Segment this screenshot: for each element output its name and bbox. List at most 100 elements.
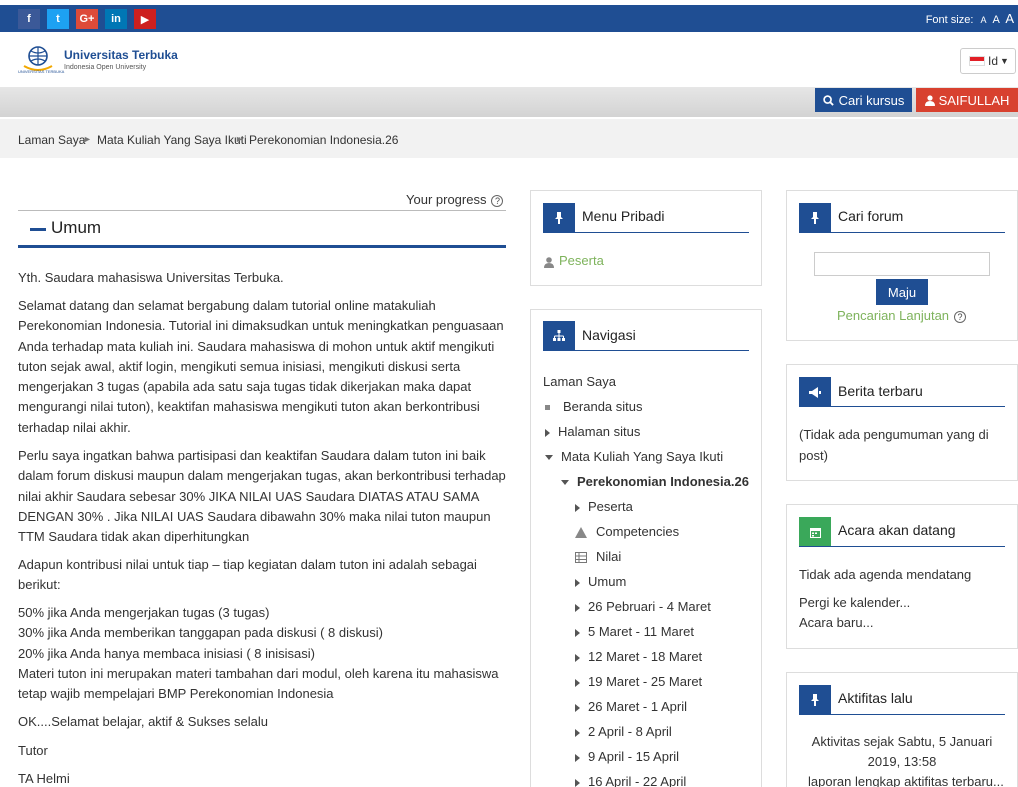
nav-item[interactable]: Peserta [575, 499, 633, 514]
section-paragraph: Perlu saya ingatkan bahwa partisipasi da… [18, 448, 506, 545]
block-title-underline [799, 406, 1005, 407]
calendar-link[interactable]: Pergi ke kalender... [799, 595, 910, 610]
nav-item[interactable]: 19 Maret - 25 Maret [575, 674, 702, 689]
font-size-small[interactable]: A [980, 15, 986, 25]
nav-item[interactable]: 26 Pebruari - 4 Maret [575, 599, 711, 614]
nav-item-label: 2 April - 8 April [588, 724, 672, 739]
user-icon [924, 94, 935, 106]
expanded-icon [561, 480, 569, 486]
nav-item[interactable]: Umum [575, 574, 626, 589]
section-paragraph: Tutor [18, 743, 48, 758]
nav-item[interactable]: 5 Maret - 11 Maret [575, 624, 694, 639]
progress-label: Your progress [406, 192, 487, 207]
section-paragraph: Yth. Saudara mahasiswa Universitas Terbu… [18, 270, 284, 285]
site-logo[interactable]: UNIVERSITAS TERBUKA Universitas Terbuka … [18, 42, 178, 78]
block-title: Berita terbaru [838, 383, 923, 399]
facebook-icon[interactable]: f [18, 9, 40, 29]
block-title: Navigasi [582, 327, 636, 343]
collapsed-icon [545, 428, 550, 437]
calendar-icon [799, 517, 831, 547]
collapsed-icon [575, 628, 580, 637]
forum-search-input[interactable] [814, 252, 990, 276]
expanded-icon [545, 455, 553, 461]
nav-item[interactable]: 26 Maret - 1 April [575, 699, 687, 714]
nav-laman-saya[interactable]: Laman Saya [543, 374, 616, 389]
search-icon [822, 94, 834, 106]
maju-button[interactable]: Maju [876, 279, 928, 305]
section-paragraph: Selamat datang dan selamat bergabung dal… [18, 298, 504, 435]
nav-item[interactable]: Halaman situs [545, 424, 640, 439]
sitemap-icon [543, 321, 575, 351]
youtube-icon[interactable]: ▶ [134, 9, 156, 29]
google-plus-icon[interactable]: G+ [76, 9, 98, 29]
peserta-label: Peserta [559, 253, 604, 268]
logo-title: Universitas Terbuka [64, 48, 178, 62]
nav-item-label: 9 April - 15 April [588, 749, 680, 764]
collapsed-icon [575, 703, 580, 712]
advanced-search-link[interactable]: Pencarian Lanjutan [837, 308, 949, 323]
nav-item[interactable]: 16 April - 22 April [575, 774, 686, 787]
breadcrumb-item-course[interactable]: Perekonomian Indonesia.26 [249, 133, 398, 147]
breadcrumb-item-mata-kuliah[interactable]: Mata Kuliah Yang Saya Ikuti [97, 133, 247, 147]
block-title-underline [543, 232, 749, 233]
twitter-icon[interactable]: t [47, 9, 69, 29]
block-title: Acara akan datang [838, 522, 956, 538]
advanced-search: Pencarian Lanjutan? [837, 308, 967, 323]
section-header[interactable]: Umum [18, 210, 506, 248]
section-paragraph: TA Helmi [18, 771, 70, 786]
pin-icon [799, 685, 831, 715]
font-size-large[interactable]: A [1005, 11, 1014, 26]
pin-icon [799, 203, 831, 233]
user-icon [544, 256, 554, 268]
block-title: Cari forum [838, 208, 904, 224]
nav-item-label: 16 April - 22 April [588, 774, 687, 787]
search-course-label: Cari kursus [838, 92, 905, 108]
nav-item[interactable]: 9 April - 15 April [575, 749, 679, 764]
collapsed-icon [575, 603, 580, 612]
competency-icon [575, 524, 596, 539]
nav-item-label: Mata Kuliah Yang Saya Ikuti [561, 449, 724, 464]
grades-icon [575, 549, 596, 564]
nav-item-label: Peserta [588, 499, 633, 514]
nav-item[interactable]: Mata Kuliah Yang Saya Ikuti [545, 449, 723, 464]
collapsed-icon [575, 653, 580, 662]
collapsed-icon [575, 578, 580, 587]
nav-item[interactable]: Nilai [575, 549, 621, 564]
nav-item-label: Beranda situs [563, 399, 643, 414]
nav-item-label: 19 Maret - 25 Maret [588, 674, 703, 689]
collapsed-icon [575, 728, 580, 737]
user-menu-button[interactable]: SAIFULLAH [916, 88, 1018, 112]
logo-mark-text: UNIVERSITAS TERBUKA [18, 69, 65, 74]
nav-item[interactable]: 2 April - 8 April [575, 724, 672, 739]
peserta-link[interactable]: Peserta [543, 253, 604, 268]
block-title-underline [799, 546, 1005, 547]
search-course-button[interactable]: Cari kursus [815, 88, 912, 112]
help-icon[interactable]: ? [954, 310, 967, 323]
block-title: Aktifitas lalu [838, 690, 913, 706]
collapsed-icon [575, 503, 580, 512]
breadcrumb-separator-icon: ► [83, 134, 92, 144]
help-icon[interactable]: ? [491, 194, 504, 207]
full-activity-link[interactable]: laporan lengkap aktifitas terbaru... [808, 774, 1004, 787]
nav-item-label: 12 Maret - 18 Maret [588, 649, 703, 664]
nav-item[interactable]: Beranda situs [545, 399, 643, 414]
your-progress: Your progress? [406, 192, 504, 207]
nav-item-label: Umum [588, 574, 627, 589]
nav-item-label: 26 Maret - 1 April [588, 699, 687, 714]
nav-item-label: Nilai [596, 549, 622, 564]
collapse-icon[interactable] [30, 228, 46, 231]
nav-item[interactable]: 12 Maret - 18 Maret [575, 649, 702, 664]
new-event-link[interactable]: Acara baru... [799, 615, 873, 630]
breadcrumb-item-laman-saya[interactable]: Laman Saya [18, 133, 85, 147]
font-size-label: Font size: [925, 14, 974, 26]
aktifitas-text: Aktivitas sejak Sabtu, 5 Januari 2019, 1… [811, 734, 993, 769]
nav-item[interactable]: Perekonomian Indonesia.26 [561, 474, 749, 489]
block-title-underline [799, 232, 1005, 233]
section-title: Umum [51, 218, 102, 237]
linkedin-icon[interactable]: in [105, 9, 127, 29]
font-size-medium[interactable]: A [993, 14, 1000, 26]
language-selector[interactable]: Id ▼ [960, 48, 1016, 74]
nav-item[interactable]: Competencies [575, 524, 679, 539]
indonesia-flag-icon [969, 56, 985, 66]
megaphone-icon [799, 377, 831, 407]
